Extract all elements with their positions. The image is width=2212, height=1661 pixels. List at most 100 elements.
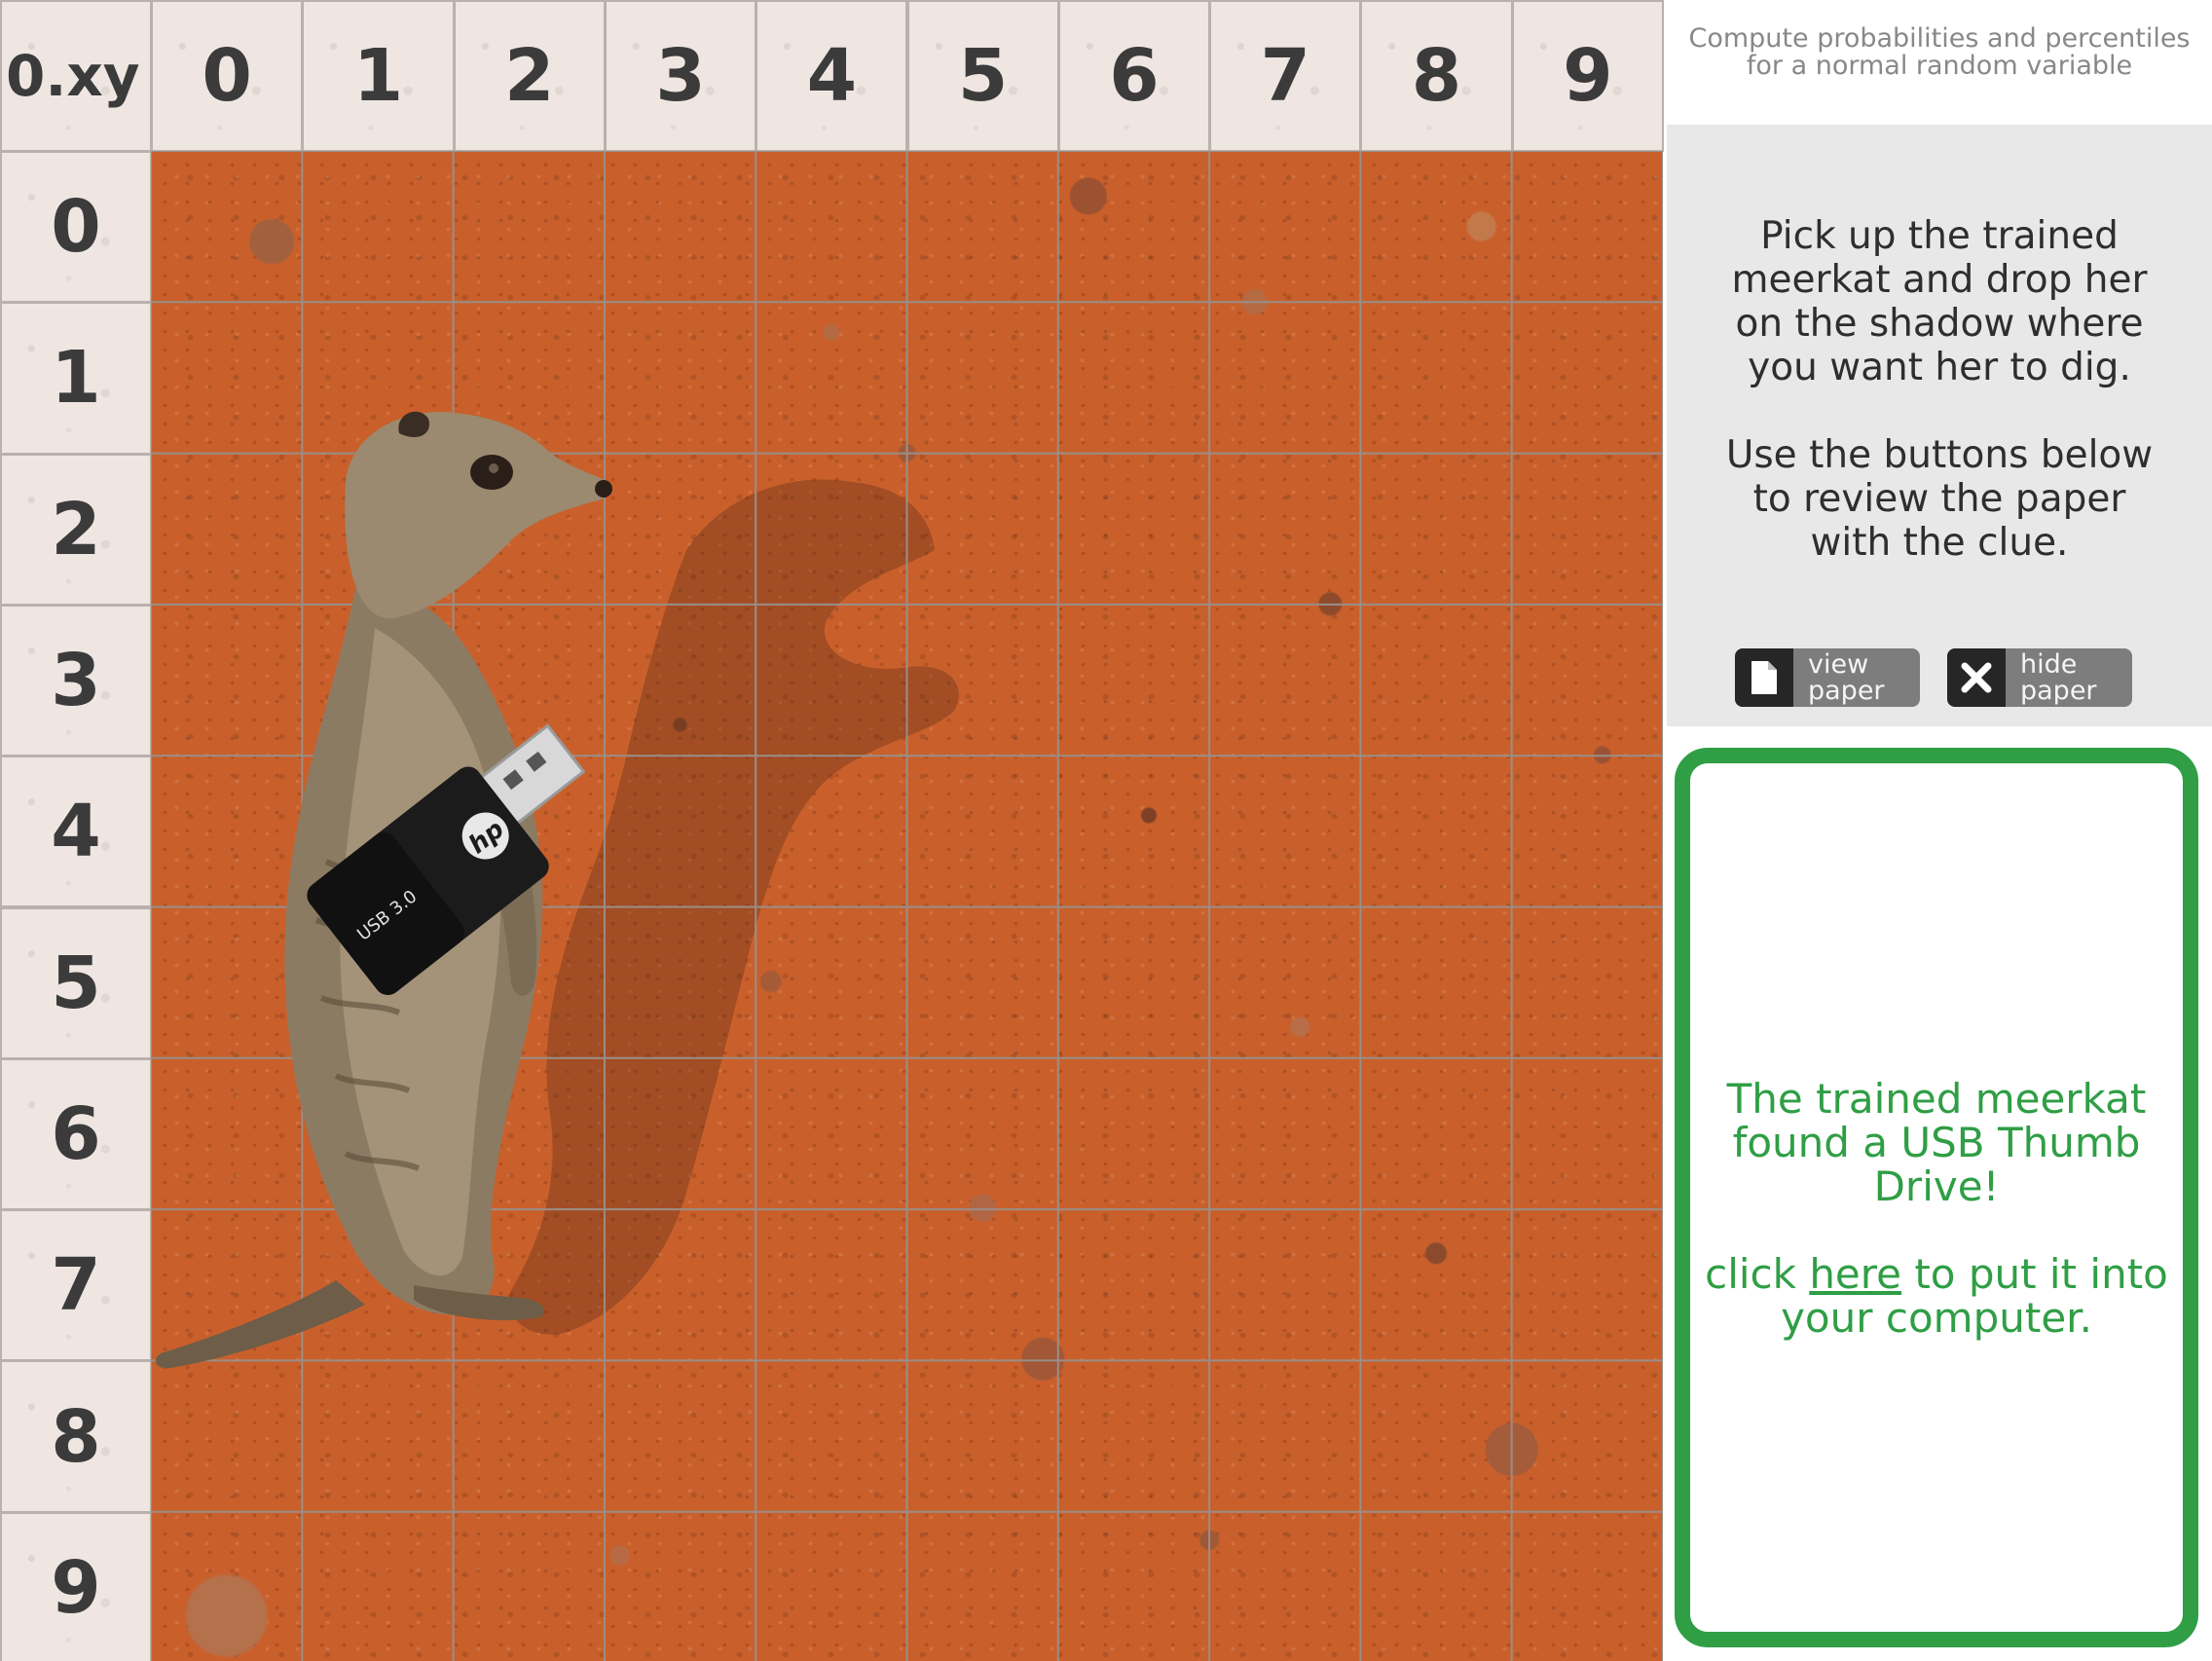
dig-cell[interactable] xyxy=(1209,1057,1360,1208)
dig-cell[interactable] xyxy=(1209,453,1360,604)
instructions-panel: Pick up the trained meerkat and drop her… xyxy=(1667,125,2212,726)
row-header: 2 xyxy=(0,453,152,606)
dig-cell[interactable] xyxy=(151,1510,302,1661)
dig-cell[interactable] xyxy=(907,1510,1058,1661)
dig-cell[interactable] xyxy=(907,453,1058,604)
dig-cell[interactable] xyxy=(1360,1510,1511,1661)
dig-cell[interactable] xyxy=(1512,1510,1663,1661)
view-paper-button[interactable]: view paper xyxy=(1735,648,1920,707)
row-header: 8 xyxy=(0,1360,152,1513)
app-subtitle: Compute probabilities and percentiles fo… xyxy=(1688,23,2191,81)
column-header: 1 xyxy=(302,0,455,152)
dig-cell[interactable] xyxy=(1360,1208,1511,1359)
result-link-prefix: click xyxy=(1705,1250,1810,1298)
dig-cell[interactable] xyxy=(1209,906,1360,1057)
dig-cell[interactable] xyxy=(907,151,1058,302)
desert-ground: hp USB 3.0 xyxy=(151,151,1663,1661)
dig-cell[interactable] xyxy=(1058,1359,1209,1510)
row-header: 4 xyxy=(0,756,152,908)
dig-cell[interactable] xyxy=(454,151,605,302)
column-header: 5 xyxy=(906,0,1059,152)
close-icon xyxy=(1947,648,2006,707)
dig-cell[interactable] xyxy=(1360,906,1511,1057)
result-content: The trained meerkat found a USB Thumb Dr… xyxy=(1690,1077,2183,1340)
row-header: 1 xyxy=(0,302,152,455)
dig-cell[interactable] xyxy=(1058,302,1209,453)
dig-cell[interactable] xyxy=(302,1510,453,1661)
column-header: 0 xyxy=(151,0,304,152)
usb-insert-link[interactable]: here xyxy=(1809,1250,1901,1298)
dig-cell[interactable] xyxy=(1512,1359,1663,1510)
dig-cell[interactable] xyxy=(907,1057,1058,1208)
row-header: 5 xyxy=(0,906,152,1059)
dig-cell[interactable] xyxy=(454,1510,605,1661)
dig-cell[interactable] xyxy=(302,151,453,302)
dig-cell[interactable] xyxy=(1512,302,1663,453)
dig-cell[interactable] xyxy=(1209,1510,1360,1661)
column-header: 8 xyxy=(1360,0,1513,152)
dig-cell[interactable] xyxy=(1058,604,1209,755)
row-header: 7 xyxy=(0,1209,152,1362)
dig-cell[interactable] xyxy=(1360,453,1511,604)
result-action: click here to put it into your computer. xyxy=(1690,1252,2183,1340)
dig-cell[interactable] xyxy=(1512,151,1663,302)
dig-cell[interactable] xyxy=(1058,906,1209,1057)
dig-cell[interactable] xyxy=(1058,1057,1209,1208)
dig-cell[interactable] xyxy=(1209,151,1360,302)
dig-cell[interactable] xyxy=(1512,906,1663,1057)
row-header: 3 xyxy=(0,604,152,757)
dig-cell[interactable] xyxy=(1058,151,1209,302)
dig-cell[interactable] xyxy=(605,1510,756,1661)
instructions-text: Pick up the trained meerkat and drop her… xyxy=(1725,214,2154,565)
dig-cell[interactable] xyxy=(1512,453,1663,604)
result-message: The trained meerkat found a USB Thumb Dr… xyxy=(1726,1075,2147,1210)
dig-cell[interactable] xyxy=(1512,1057,1663,1208)
result-link-suffix-2: your computer. xyxy=(1781,1294,2092,1342)
dig-cell[interactable] xyxy=(1512,604,1663,755)
column-header: 6 xyxy=(1057,0,1211,152)
dig-cell[interactable] xyxy=(1058,1510,1209,1661)
dig-cell[interactable] xyxy=(907,755,1058,905)
dig-cell[interactable] xyxy=(1512,1208,1663,1359)
document-icon xyxy=(1735,648,1793,707)
dig-cell[interactable] xyxy=(605,151,756,302)
dig-cell[interactable] xyxy=(907,906,1058,1057)
view-paper-label: view paper xyxy=(1808,649,1885,706)
dig-cell[interactable] xyxy=(1209,302,1360,453)
column-header: 3 xyxy=(604,0,757,152)
side-panel: Compute probabilities and percentiles fo… xyxy=(1667,0,2212,1661)
dig-cell[interactable] xyxy=(756,1510,906,1661)
dig-cell[interactable] xyxy=(1360,755,1511,905)
dig-cell[interactable] xyxy=(1360,302,1511,453)
dig-cell[interactable] xyxy=(1360,1359,1511,1510)
row-header: 6 xyxy=(0,1057,152,1211)
dig-cell[interactable] xyxy=(1058,1208,1209,1359)
dig-cell[interactable] xyxy=(907,1208,1058,1359)
dig-cell[interactable] xyxy=(1360,151,1511,302)
dig-cell[interactable] xyxy=(907,1359,1058,1510)
meerkat[interactable]: hp USB 3.0 xyxy=(151,375,871,1407)
dig-cell[interactable] xyxy=(1209,755,1360,905)
dig-cell[interactable] xyxy=(756,151,906,302)
dig-cell[interactable] xyxy=(1209,604,1360,755)
dig-cell[interactable] xyxy=(907,302,1058,453)
dig-cell[interactable] xyxy=(1058,755,1209,905)
dig-grid: 0.xy 0 1 2 3 4 5 6 7 8 9 0 1 2 3 4 5 6 7 8 9 xyxy=(0,0,1664,1661)
dig-cell[interactable] xyxy=(1360,1057,1511,1208)
dig-cell[interactable] xyxy=(1209,1359,1360,1510)
column-header: 4 xyxy=(756,0,908,152)
dig-cell[interactable] xyxy=(1360,604,1511,755)
grid-corner-label: 0.xy xyxy=(0,0,152,152)
dig-cell[interactable] xyxy=(151,151,302,302)
dig-cell[interactable] xyxy=(1209,1208,1360,1359)
dig-cell[interactable] xyxy=(1058,453,1209,604)
hide-paper-label: hide paper xyxy=(2020,649,2097,706)
result-link-suffix: to put it into xyxy=(1900,1250,2168,1298)
hide-paper-button[interactable]: hide paper xyxy=(1947,648,2132,707)
dig-cell[interactable] xyxy=(907,604,1058,755)
result-panel: The trained meerkat found a USB Thumb Dr… xyxy=(1675,748,2198,1647)
row-header: 9 xyxy=(0,1511,152,1661)
column-header: 9 xyxy=(1511,0,1664,152)
column-header: 7 xyxy=(1209,0,1362,152)
dig-cell[interactable] xyxy=(1512,755,1663,905)
